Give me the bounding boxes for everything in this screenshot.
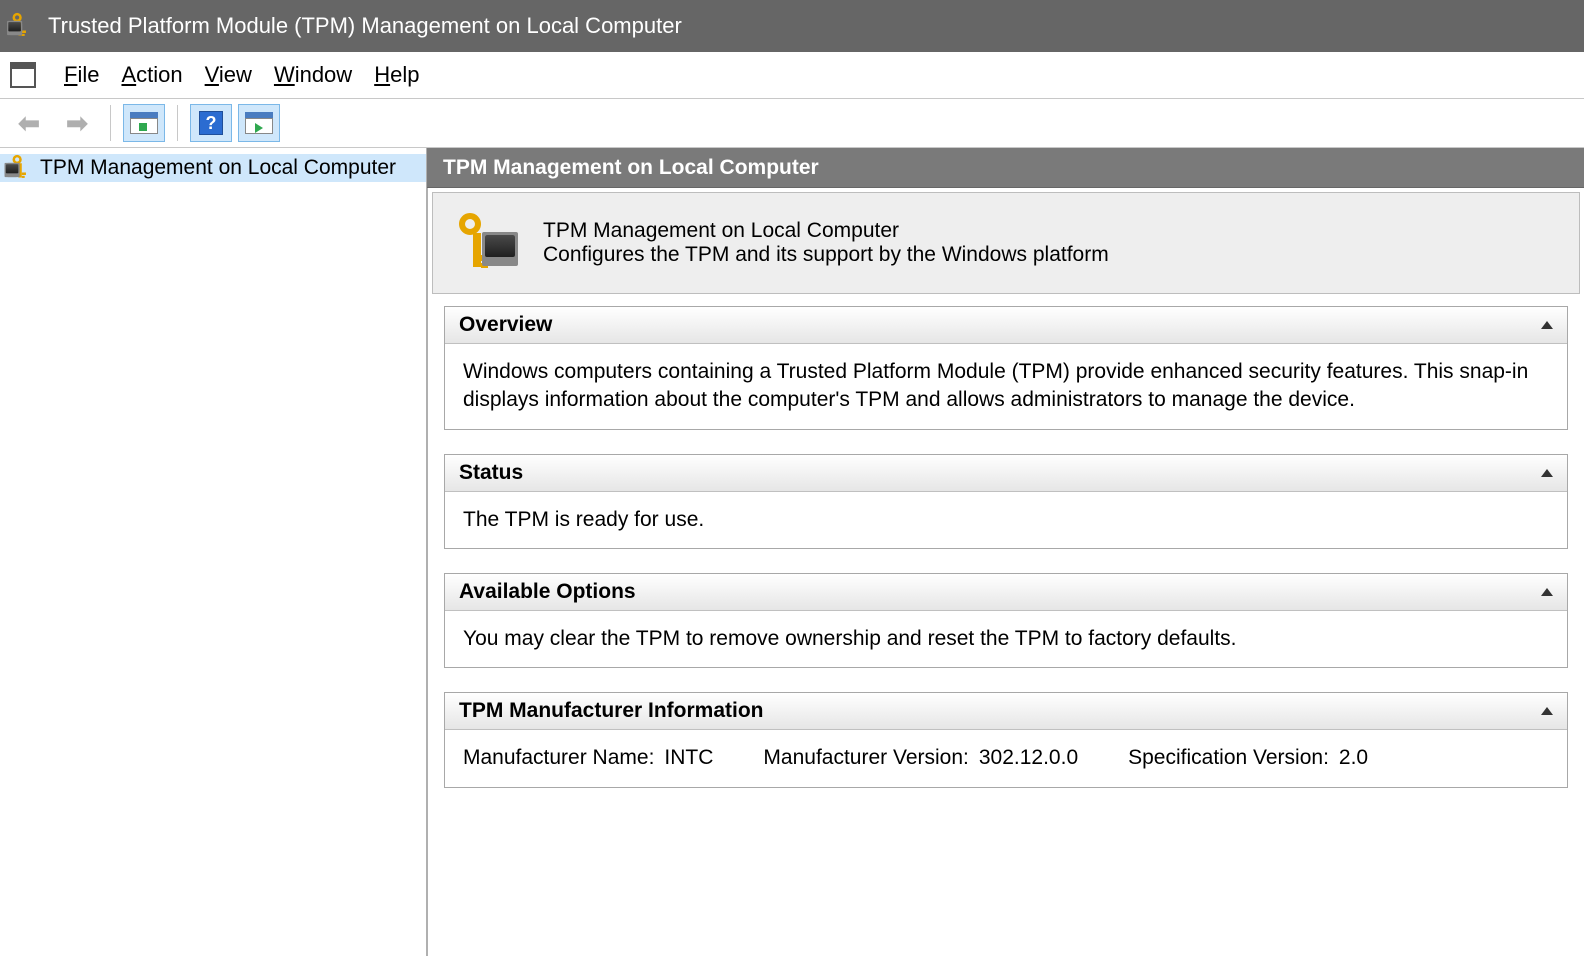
section-title: Overview [459, 313, 552, 337]
section-overview-body: Windows computers containing a Trusted P… [445, 344, 1567, 429]
tree-item-label: TPM Management on Local Computer [40, 156, 396, 180]
console-tree-icon [130, 112, 158, 134]
specification-version-value: 2.0 [1339, 744, 1368, 772]
section-manufacturer: TPM Manufacturer Information Manufacture… [444, 692, 1568, 787]
intro-panel: TPM Management on Local Computer Configu… [432, 192, 1580, 294]
tpm-key-large-icon [453, 211, 517, 275]
section-status-header[interactable]: Status [445, 455, 1567, 492]
section-title: Available Options [459, 580, 636, 604]
collapse-caret-icon [1541, 469, 1553, 477]
tpm-key-icon [10, 157, 32, 179]
section-available-options: Available Options You may clear the TPM … [444, 573, 1568, 668]
manufacturer-version-value: 302.12.0.0 [979, 744, 1078, 772]
help-button[interactable]: ? [190, 104, 232, 142]
help-icon: ? [199, 111, 223, 135]
manufacturer-name-value: INTC [664, 744, 713, 772]
section-title: Status [459, 461, 523, 485]
toolbar-separator [110, 105, 111, 141]
show-hide-action-pane-button[interactable] [238, 104, 280, 142]
content-header: TPM Management on Local Computer [427, 148, 1584, 188]
tree-item-tpm-root[interactable]: TPM Management on Local Computer [0, 154, 426, 182]
section-status-body: The TPM is ready for use. [445, 492, 1567, 548]
section-title: TPM Manufacturer Information [459, 699, 764, 723]
action-pane-icon [245, 112, 273, 134]
menu-file[interactable]: File [64, 62, 99, 88]
console-tree-pane: TPM Management on Local Computer [0, 148, 427, 956]
section-overview: Overview Windows computers containing a … [444, 306, 1568, 430]
manufacturer-row: Manufacturer Name: INTC Manufacturer Ver… [463, 744, 1549, 772]
content-header-title: TPM Management on Local Computer [443, 156, 819, 180]
section-options-header[interactable]: Available Options [445, 574, 1567, 611]
menu-view[interactable]: View [205, 62, 252, 88]
tpm-key-icon [10, 12, 38, 40]
toolbar-separator [177, 105, 178, 141]
section-status: Status The TPM is ready for use. [444, 454, 1568, 549]
section-manufacturer-header[interactable]: TPM Manufacturer Information [445, 693, 1567, 730]
menu-action[interactable]: Action [121, 62, 182, 88]
content-pane: TPM Management on Local Computer TPM Man… [427, 148, 1584, 956]
specification-version-label: Specification Version: [1128, 744, 1329, 772]
collapse-caret-icon [1541, 321, 1553, 329]
arrow-right-icon: ➡ [66, 108, 88, 139]
section-overview-header[interactable]: Overview [445, 307, 1567, 344]
manufacturer-version-label: Manufacturer Version: [763, 744, 968, 772]
section-options-body: You may clear the TPM to remove ownershi… [445, 611, 1567, 667]
window-titlebar: Trusted Platform Module (TPM) Management… [0, 0, 1584, 52]
arrow-left-icon: ⬅ [18, 108, 40, 139]
nav-back-button[interactable]: ⬅ [8, 104, 50, 142]
menu-bar: File Action View Window Help File Action… [0, 52, 1584, 98]
menu-window[interactable]: Window [274, 62, 352, 88]
intro-title: TPM Management on Local Computer [543, 219, 1109, 243]
intro-subtitle: Configures the TPM and its support by th… [543, 243, 1109, 267]
manufacturer-name-label: Manufacturer Name: [463, 744, 654, 772]
collapse-caret-icon [1541, 707, 1553, 715]
toolbar: ⬅ ➡ ? [0, 98, 1584, 148]
app-menu-icon [10, 62, 36, 88]
window-title: Trusted Platform Module (TPM) Management… [48, 13, 682, 39]
menu-help[interactable]: Help [374, 62, 419, 88]
collapse-caret-icon [1541, 588, 1553, 596]
nav-forward-button[interactable]: ➡ [56, 104, 98, 142]
show-hide-console-tree-button[interactable] [123, 104, 165, 142]
